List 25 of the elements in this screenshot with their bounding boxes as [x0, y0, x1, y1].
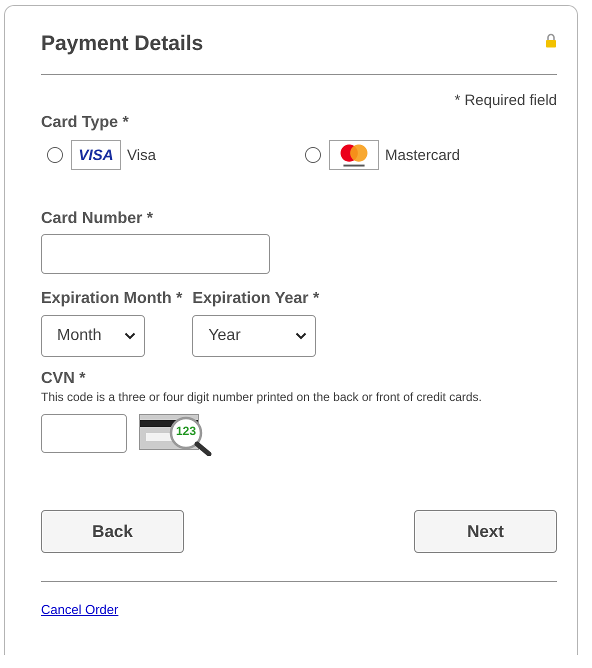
radio-button[interactable]: [305, 147, 321, 163]
option-label: Mastercard: [385, 146, 460, 164]
caret-icon: [124, 332, 136, 340]
lock-icon: [545, 32, 557, 48]
field-label: Card Number *: [41, 210, 154, 228]
back-button[interactable]: Back: [41, 510, 184, 553]
form-title: Payment Details: [41, 32, 204, 56]
cancel-order-link[interactable]: Cancel Order: [41, 602, 118, 617]
card-logo: VISA: [71, 140, 121, 170]
radio-button[interactable]: [47, 147, 63, 163]
card-logo-icon: [329, 140, 379, 170]
month-select[interactable]: Month: [41, 315, 145, 357]
field-label: CVN *: [41, 370, 86, 388]
next-button[interactable]: Next: [414, 510, 557, 553]
field-label: Card Type *: [41, 114, 130, 132]
year-select[interactable]: Year: [192, 315, 316, 357]
card-number-field[interactable]: [41, 234, 270, 274]
help-text: This code is a three or four digit number printed on the back or front of credit cards.: [41, 391, 483, 404]
field-label: Expiration Year *: [192, 290, 320, 308]
code-digits: 123: [176, 424, 196, 438]
option-label: Visa: [127, 146, 156, 164]
field-label: Expiration Month *: [41, 290, 182, 308]
caret-icon: [295, 332, 308, 340]
required-note: * Required field: [453, 92, 557, 109]
cvn-field[interactable]: [41, 414, 127, 452]
